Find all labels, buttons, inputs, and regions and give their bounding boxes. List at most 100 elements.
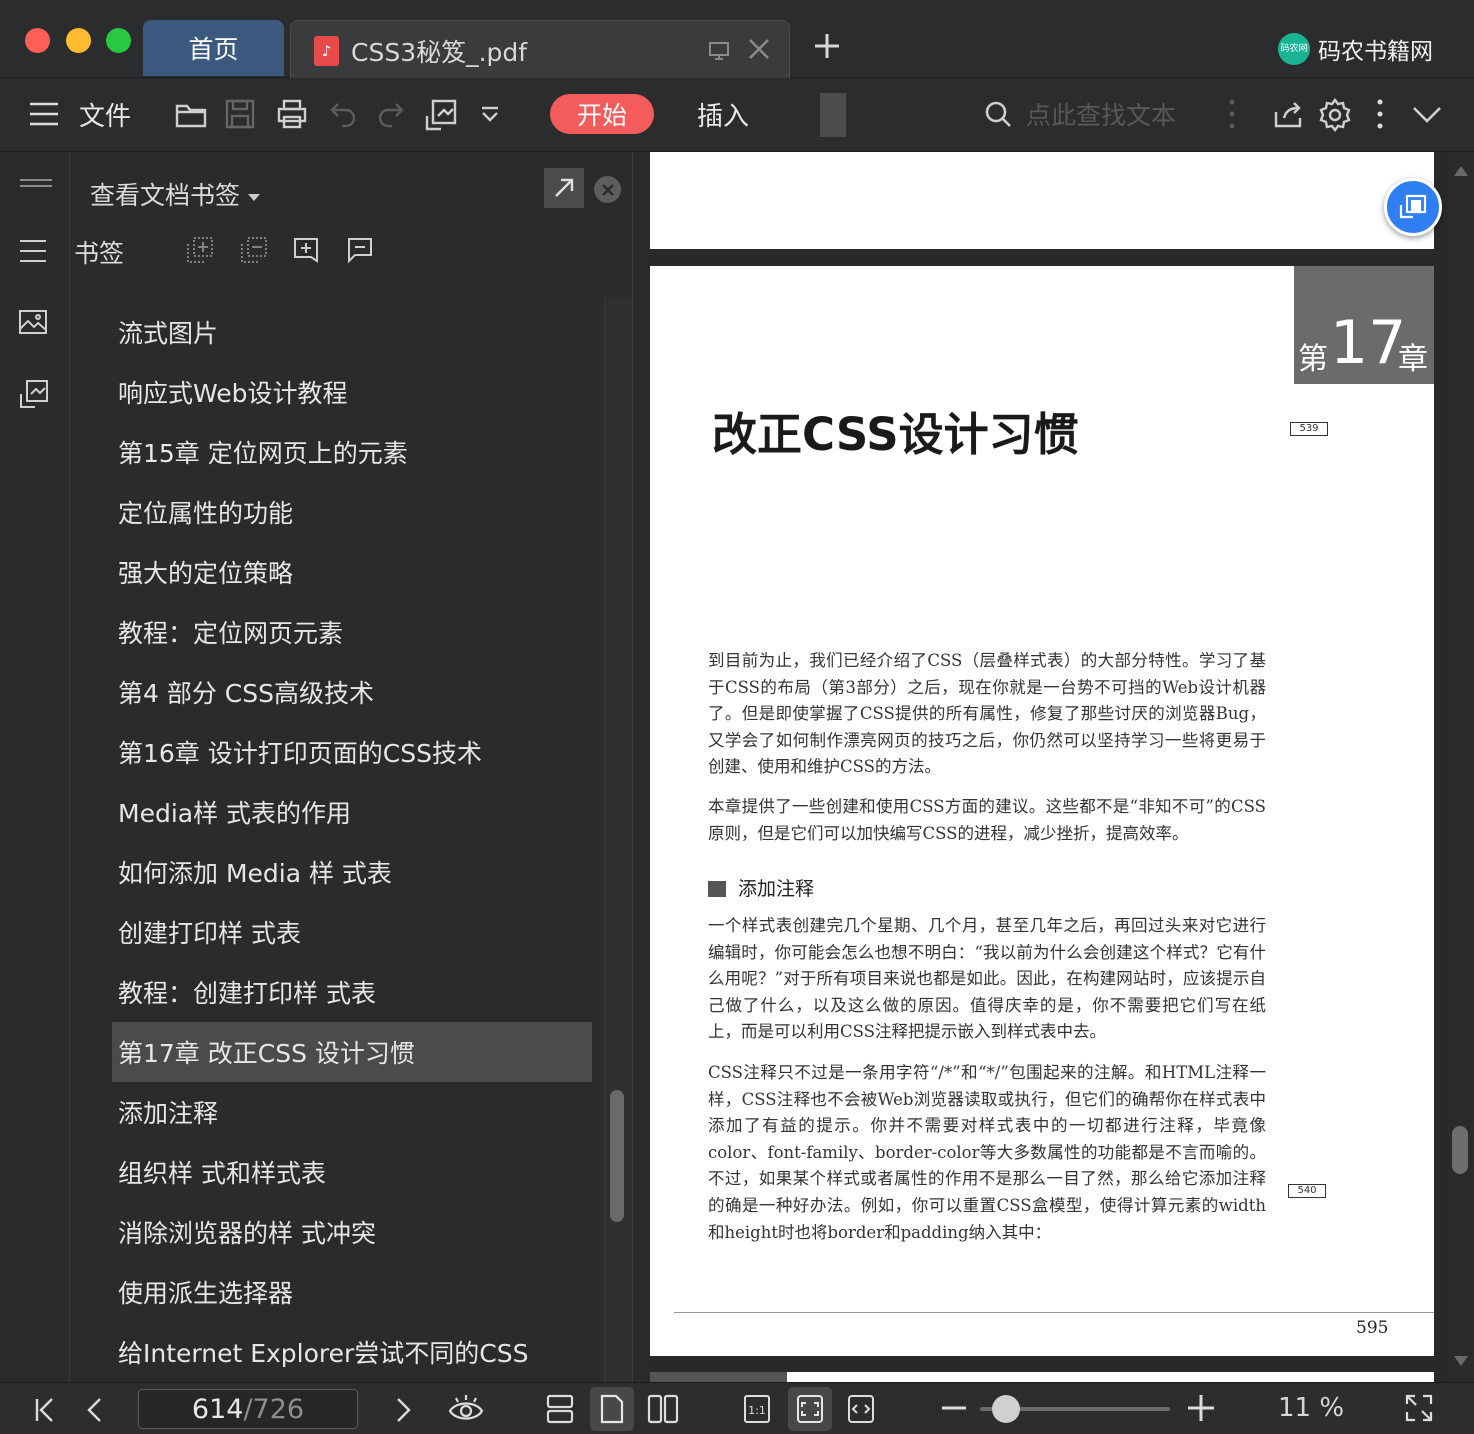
menu-icon[interactable] <box>28 100 60 128</box>
bookmark-item[interactable]: Media样 式表的作用 <box>112 782 592 842</box>
new-tab-icon[interactable] <box>813 32 841 60</box>
fullscreen-icon[interactable] <box>1404 1393 1434 1423</box>
add-bookmark-icon[interactable] <box>292 236 320 264</box>
two-page-view-icon[interactable] <box>646 1393 680 1425</box>
scroll-up-icon[interactable] <box>1454 166 1468 176</box>
next-page-header <box>650 1372 787 1382</box>
paragraph-4: CSS注释只不过是一条用字符“/*”和“*/”包围起来的注解。和HTML注释一样… <box>708 1063 1266 1242</box>
arrow-up-right-icon <box>555 178 574 197</box>
prev-page-icon[interactable] <box>86 1397 102 1423</box>
next-page-icon[interactable] <box>396 1397 412 1423</box>
current-page-number: 614 <box>191 1393 244 1425</box>
document-view[interactable]: 第 17 章 改正CSS设计习惯 539 到目前为止，我们已经介绍了CSS（层叠… <box>650 152 1448 1382</box>
bookmark-item[interactable]: 响应式Web设计教程 <box>112 362 592 422</box>
first-page-icon[interactable] <box>34 1397 56 1423</box>
panel-scrollbar-thumb[interactable] <box>610 1090 624 1222</box>
tab-start[interactable]: 开始 <box>550 94 654 134</box>
chevron-down-icon[interactable] <box>1412 106 1442 124</box>
eye-icon[interactable] <box>448 1393 484 1425</box>
bookmark-item[interactable]: 如何添加 Media 样 式表 <box>112 842 592 902</box>
file-menu[interactable]: 文件 <box>79 96 131 133</box>
convert-icon <box>1399 194 1427 219</box>
share-icon[interactable] <box>1272 98 1304 130</box>
zoom-level[interactable]: 11 % <box>1278 1393 1344 1423</box>
bookmark-item[interactable]: 定位属性的功能 <box>112 482 592 542</box>
close-panel-button[interactable] <box>594 176 621 203</box>
bookmark-item[interactable]: 创建打印样 式表 <box>112 902 592 962</box>
bookmark-item[interactable]: 强大的定位策略 <box>112 542 592 602</box>
zoom-slider-thumb[interactable] <box>992 1395 1020 1423</box>
bookmark-item[interactable]: 添加注释 <box>112 1082 592 1142</box>
bookmark-item[interactable]: 给Internet Explorer尝试不同的CSS <box>112 1322 592 1382</box>
panel-title: 查看文档书签 <box>90 181 241 210</box>
bookmark-item[interactable]: 第15章 定位网页上的元素 <box>112 422 592 482</box>
redo-icon[interactable] <box>376 98 406 128</box>
bookmark-item[interactable]: 流式图片 <box>112 302 592 362</box>
bookmark-list[interactable]: 择 性网格流式图片响应式Web设计教程第15章 定位网页上的元素定位属性的功能强… <box>70 298 602 1382</box>
bookmark-list-icon[interactable] <box>18 238 48 264</box>
export-icon[interactable] <box>424 98 458 132</box>
print-icon[interactable] <box>276 98 308 130</box>
brand-logo: 码农网 <box>1278 33 1310 65</box>
side-rail <box>0 152 70 1382</box>
collapse-all-icon[interactable] <box>240 236 268 264</box>
zoom-window-button[interactable] <box>106 28 131 53</box>
page-number: 595 <box>1356 1318 1389 1338</box>
continuous-view-icon[interactable] <box>544 1393 576 1425</box>
panel-title-dropdown[interactable]: 查看文档书签 <box>90 176 261 212</box>
panel-splitter[interactable] <box>632 152 650 1382</box>
bookmark-item[interactable]: 第4 部分 CSS高级技术 <box>112 662 592 722</box>
tab-home[interactable]: 首页 <box>143 20 284 76</box>
thumbnail-icon[interactable] <box>18 308 48 336</box>
scroll-down-icon[interactable] <box>1454 1356 1468 1366</box>
bookmark-item[interactable]: 第16章 设计打印页面的CSS技术 <box>112 722 592 782</box>
bookmark-item[interactable]: 使用派生选择器 <box>112 1262 592 1322</box>
undock-panel-button[interactable] <box>544 168 584 208</box>
more-vertical-icon[interactable] <box>1228 98 1236 130</box>
brand-name: 码农书籍网 <box>1318 39 1433 65</box>
open-folder-icon[interactable] <box>174 98 208 130</box>
previous-page <box>650 152 1434 249</box>
floating-convert-button[interactable] <box>1384 178 1442 236</box>
document-scrollbar-thumb[interactable] <box>1452 1126 1468 1174</box>
bookmark-item[interactable]: 教程：创建打印样 式表 <box>112 962 592 1022</box>
bookmark-item[interactable]: 教程：定位网页元素 <box>112 602 592 662</box>
gear-icon[interactable] <box>1318 98 1352 132</box>
document-scrollbar[interactable] <box>1448 152 1474 1382</box>
margin-page-tag: 540 <box>1288 1184 1326 1198</box>
tab-document-title: CSS3秘笈_.pdf <box>351 38 528 67</box>
screen-icon[interactable] <box>707 39 731 63</box>
bookmark-item[interactable]: 第17章 改正CSS 设计习惯 <box>112 1022 592 1082</box>
actual-size-icon[interactable]: 1:1 <box>742 1393 772 1425</box>
page-separator: / <box>243 1393 253 1425</box>
tab-document[interactable]: ♪ CSS3秘笈_.pdf <box>290 20 790 78</box>
toolbar-overflow-button[interactable] <box>820 93 846 137</box>
delete-bookmark-icon[interactable] <box>346 236 374 264</box>
more-icon[interactable] <box>1376 98 1384 130</box>
annotation-icon[interactable] <box>18 378 50 410</box>
bookmark-item[interactable]: 消除浏览器的样 式冲突 <box>112 1202 592 1262</box>
fit-width-icon[interactable] <box>846 1393 876 1425</box>
chapter-number: 17 <box>1330 308 1407 378</box>
page-number-field[interactable]: 614/726 <box>138 1389 358 1429</box>
dropdown-icon[interactable] <box>480 106 500 122</box>
collapse-panel-icon[interactable] <box>20 178 52 188</box>
bookmark-item[interactable]: 组织样 式和样式表 <box>112 1142 592 1202</box>
expand-all-icon[interactable] <box>186 236 214 264</box>
close-window-button[interactable] <box>25 28 50 53</box>
search-input[interactable] <box>1026 98 1206 132</box>
save-icon[interactable] <box>224 98 256 130</box>
zoom-in-icon[interactable] <box>1188 1395 1214 1421</box>
paragraph-2: 本章提供了一些创建和使用CSS方面的建议。这些都不是“非知不可”的CSS原则，但… <box>708 797 1266 843</box>
chapter-suffix: 章 <box>1398 342 1428 377</box>
zoom-out-icon[interactable] <box>942 1403 966 1413</box>
brand[interactable]: 码农网 码农书籍网 <box>1278 32 1433 66</box>
undo-icon[interactable] <box>328 98 358 128</box>
minimize-window-button[interactable] <box>66 28 91 53</box>
close-tab-icon[interactable] <box>747 37 771 61</box>
search-icon[interactable] <box>984 100 1012 128</box>
tab-insert[interactable]: 插入 <box>697 96 749 133</box>
page-footer-rule <box>674 1312 1434 1313</box>
fit-page-icon[interactable] <box>795 1393 825 1425</box>
single-page-view-icon[interactable] <box>598 1393 626 1425</box>
